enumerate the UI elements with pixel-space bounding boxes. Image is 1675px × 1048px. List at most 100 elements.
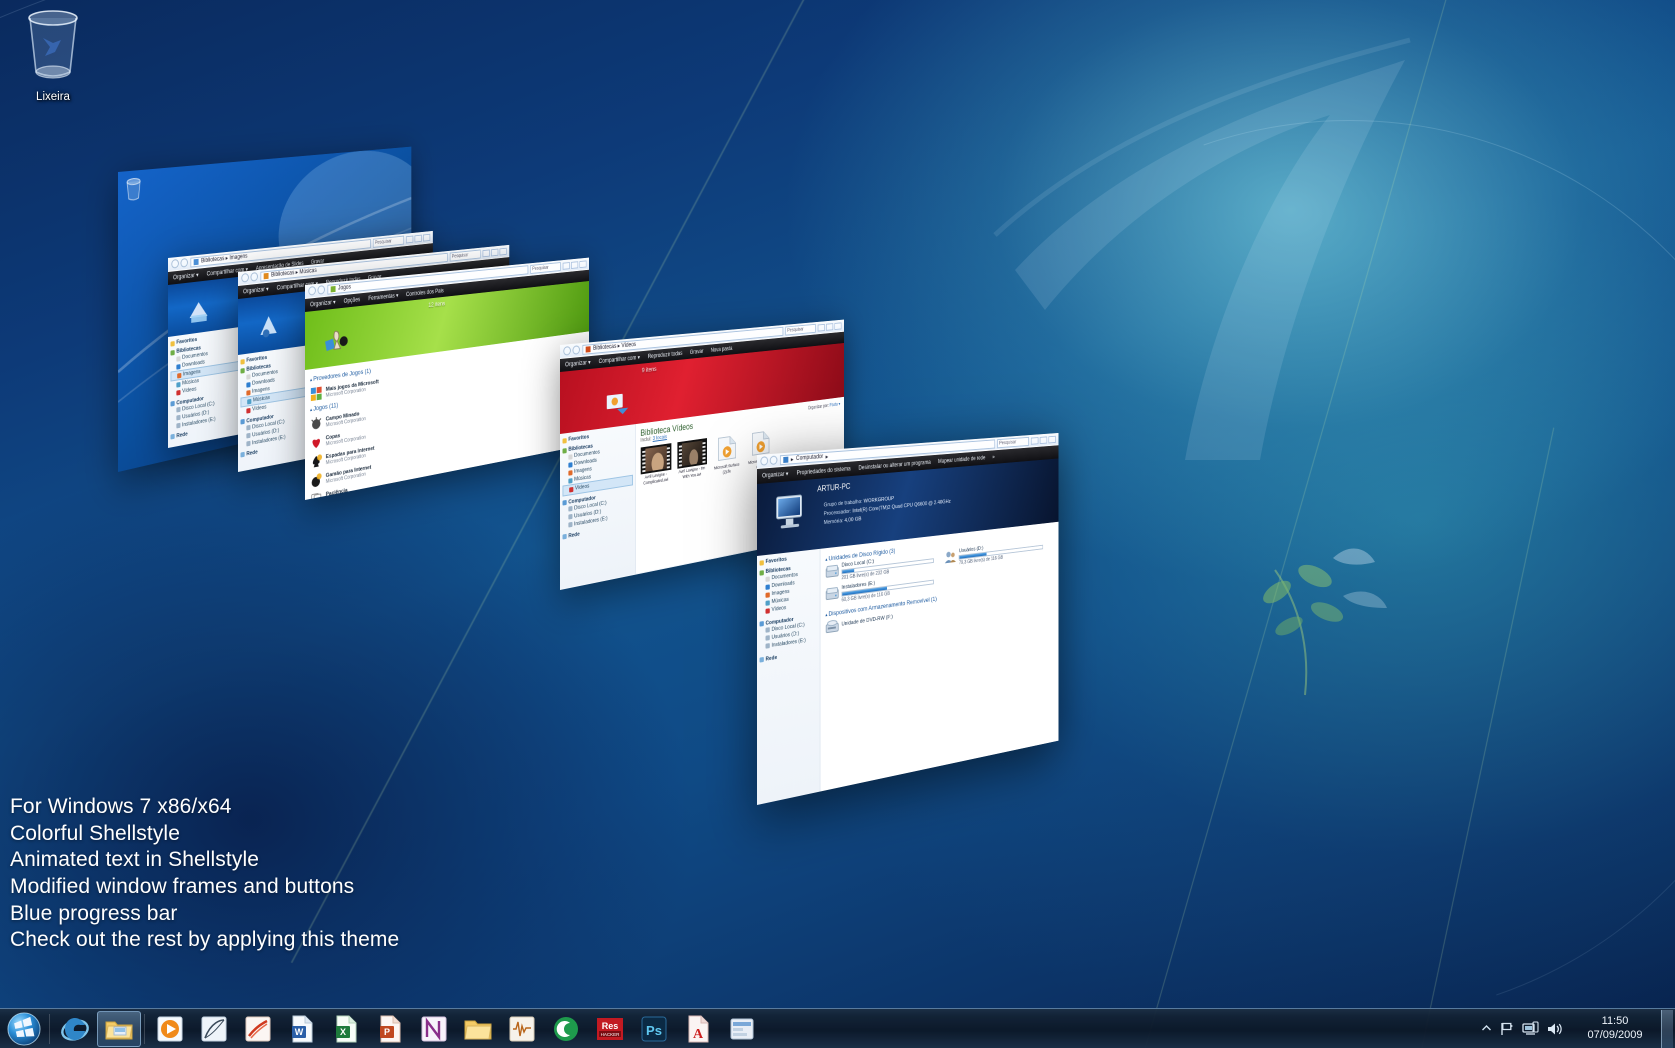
taskbar[interactable]: W X P Res HACKER Ps A 11:50 07/09/2009	[0, 1008, 1675, 1048]
search-input[interactable]: Pesquisar	[997, 436, 1029, 447]
nav-buttons[interactable]	[760, 455, 777, 465]
camtasia-icon	[551, 1014, 581, 1044]
item-count: 12 itens	[428, 300, 445, 308]
toolbar-reproduzir-todas[interactable]: Reproduzir todas	[648, 351, 683, 360]
taskbar-item-photoshop[interactable]: Ps	[632, 1011, 676, 1047]
toolbar-organizar[interactable]: Organizar ▾	[243, 286, 269, 296]
nav-rede[interactable]: Rede	[760, 649, 818, 664]
arrange-by-control[interactable]: Organizar por: Pasta ▾	[808, 402, 840, 412]
toolbar-mapear-unidade-de-rede[interactable]: Mapear unidade de rede	[938, 455, 985, 464]
tray-icons[interactable]	[1473, 1021, 1571, 1037]
close-button[interactable]	[579, 260, 586, 268]
back-button[interactable]	[760, 456, 768, 466]
taskbar-item-microsoft-excel[interactable]: X	[324, 1011, 368, 1047]
search-input[interactable]: Pesquisar	[785, 323, 815, 335]
desktop-icon-recycle-bin[interactable]: Lixeira	[14, 6, 92, 103]
taskbar-item-adobe-reader[interactable]: A	[676, 1011, 720, 1047]
nav-buttons[interactable]	[241, 272, 258, 283]
back-button[interactable]	[241, 273, 248, 283]
search-input[interactable]: Pesquisar	[530, 262, 560, 274]
taskbar-item-internet-explorer[interactable]	[53, 1011, 97, 1047]
toolbar-opcoes[interactable]: Opções	[344, 297, 361, 305]
taskbar-item-camtasia[interactable]	[544, 1011, 588, 1047]
navigation-pane[interactable]: Favoritos Bibliotecas Documentos Downloa…	[757, 549, 820, 805]
toolbar-propriedades-do-sistema[interactable]: Propriedades do sistema	[797, 466, 851, 476]
desktop[interactable]: Lixeira Bibliotecas ▸ Imagens Pesquisar	[0, 0, 1675, 1048]
back-button[interactable]	[563, 346, 570, 356]
taskbar-item-corel-photo-paint[interactable]	[236, 1011, 280, 1047]
toolbar-gravar[interactable]: Gravar	[690, 348, 703, 355]
forward-button[interactable]	[573, 345, 580, 355]
window-buttons[interactable]	[563, 260, 587, 269]
music-library-icon	[256, 311, 280, 344]
minimize-button[interactable]	[483, 249, 490, 257]
list-item[interactable]: Microsoft Surface (2).flv	[712, 433, 741, 477]
toolbar-organizar[interactable]: Organizar ▾	[173, 272, 199, 282]
clock[interactable]: 11:50 07/09/2009	[1571, 1015, 1659, 1043]
taskbar-item-application[interactable]	[720, 1011, 764, 1047]
search-input[interactable]: Pesquisar	[450, 249, 481, 261]
navigation-pane[interactable]: Favoritos Bibliotecas Documentos Downloa…	[560, 424, 636, 589]
back-button[interactable]	[308, 286, 315, 296]
toolbar-nova-pasta[interactable]: Nova pasta	[711, 346, 733, 354]
window-buttons[interactable]	[1031, 435, 1056, 444]
speaker-icon[interactable]	[1546, 1021, 1563, 1037]
taskbar-item-windows-media-player[interactable]	[148, 1011, 192, 1047]
back-button[interactable]	[171, 259, 178, 269]
minimize-button[interactable]	[1031, 437, 1038, 445]
taskbar-item-nero[interactable]	[412, 1011, 456, 1047]
toolbar-organizar[interactable]: Organizar ▾	[762, 470, 788, 479]
window-buttons[interactable]	[818, 322, 842, 331]
toolbar-controles-dos-pais[interactable]: Controles dos Pais	[406, 288, 444, 298]
window-buttons[interactable]	[483, 247, 507, 257]
taskbar-item-windows-explorer[interactable]	[97, 1011, 141, 1047]
toolbar-ferramentas[interactable]: Ferramentas ▾	[368, 292, 398, 302]
flip3d-window-jogos[interactable]: Jogos Pesquisar Organizar ▾ Opções Ferra…	[305, 258, 589, 500]
flag-icon[interactable]	[1499, 1021, 1515, 1037]
close-button[interactable]	[500, 247, 507, 255]
chevron-up-icon[interactable]	[1481, 1023, 1492, 1034]
search-input[interactable]: Pesquisar	[373, 235, 404, 247]
toolbar-organizar[interactable]: Organizar ▾	[565, 359, 591, 368]
taskbar-item-microsoft-word[interactable]: W	[280, 1011, 324, 1047]
system-tray[interactable]: 11:50 07/09/2009	[1473, 1009, 1675, 1048]
list-item[interactable]: Avril Lavigne - Complicated.avi	[640, 443, 671, 488]
close-button[interactable]	[834, 322, 841, 330]
taskbar-separator	[144, 1014, 145, 1044]
toolbar-organizar[interactable]: Organizar ▾	[310, 299, 336, 309]
close-button[interactable]	[423, 233, 430, 241]
list-item[interactable]: Avril Lavigne - I'm With You.avi	[677, 438, 707, 482]
internet-backgammon-icon	[310, 472, 322, 489]
library-locations-link[interactable]: 3 locais	[653, 434, 667, 442]
forward-button[interactable]	[251, 272, 258, 282]
window-buttons[interactable]	[406, 233, 430, 243]
maximize-button[interactable]	[826, 323, 833, 331]
taskbar-item-folder[interactable]	[456, 1011, 500, 1047]
maximize-button[interactable]	[491, 248, 498, 256]
show-desktop-button[interactable]	[1661, 1010, 1673, 1048]
nav-buttons[interactable]	[563, 345, 580, 355]
maximize-button[interactable]	[571, 261, 578, 269]
start-button[interactable]	[2, 1010, 46, 1048]
close-button[interactable]	[1048, 435, 1055, 443]
toolbar-overflow-button[interactable]: »	[992, 454, 994, 460]
forward-button[interactable]	[770, 455, 778, 465]
taskbar-item-corel-draw[interactable]	[192, 1011, 236, 1047]
taskbar-item-resource-hacker[interactable]: Res HACKER	[588, 1011, 632, 1047]
nav-buttons[interactable]	[308, 285, 325, 296]
flip3d-window-computador[interactable]: ▸ Computador ▸ Pesquisar Organizar ▾ Pro…	[757, 433, 1058, 805]
minimize-button[interactable]	[406, 235, 413, 243]
nav-buttons[interactable]	[171, 258, 188, 269]
taskbar-item-microsoft-powerpoint[interactable]: P	[368, 1011, 412, 1047]
maximize-button[interactable]	[415, 234, 422, 242]
minimize-button[interactable]	[563, 262, 570, 270]
forward-button[interactable]	[318, 285, 325, 295]
recycle-bin-icon	[21, 6, 85, 84]
maximize-button[interactable]	[1040, 436, 1047, 444]
forward-button[interactable]	[181, 258, 188, 268]
minimize-button[interactable]	[818, 323, 825, 331]
computer-monitor-icon	[774, 492, 807, 533]
network-icon[interactable]	[1522, 1021, 1539, 1037]
arrange-by-value[interactable]: Pasta ▾	[830, 402, 841, 409]
taskbar-item-sound-editor[interactable]	[500, 1011, 544, 1047]
